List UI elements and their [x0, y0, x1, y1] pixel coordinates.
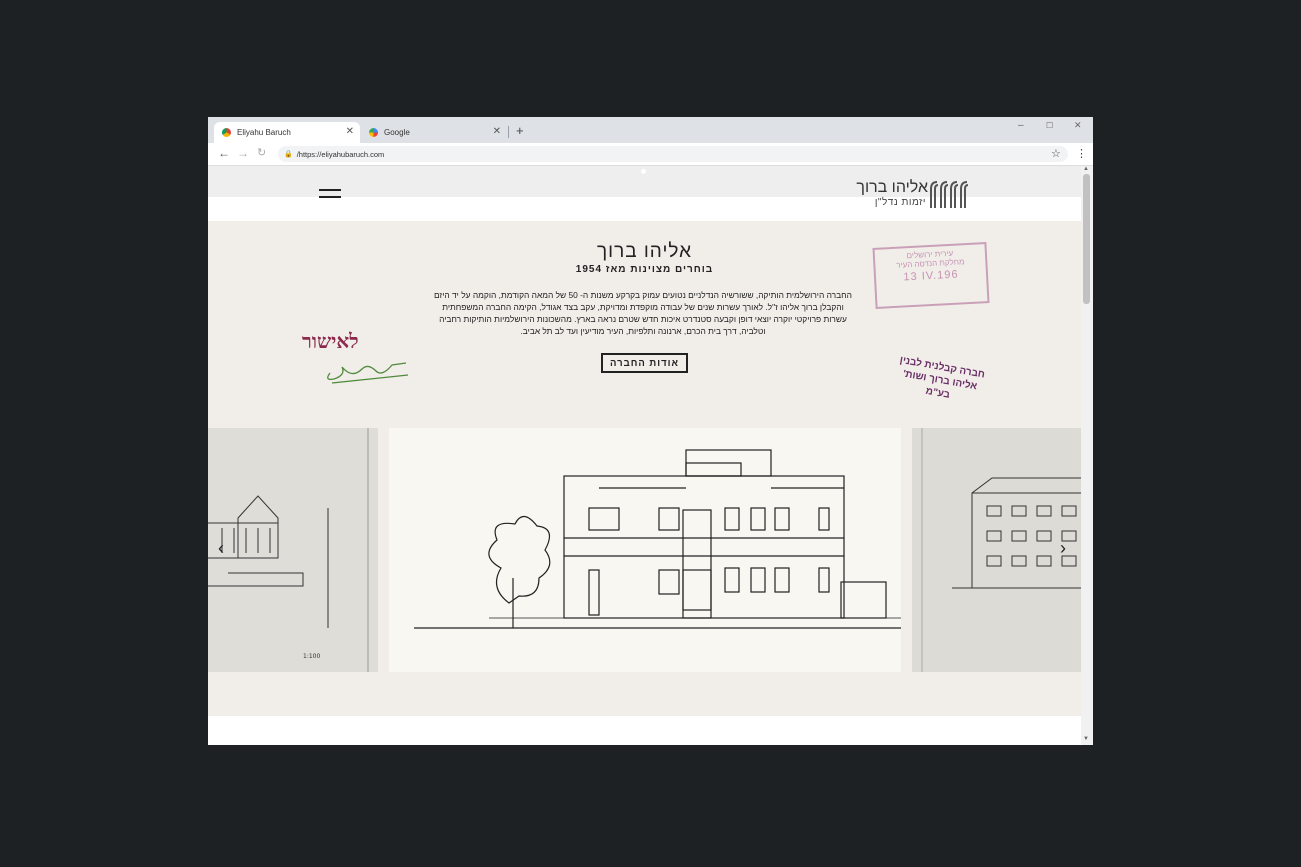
carousel-slide-next[interactable]: ›	[912, 428, 1081, 672]
hamburger-menu-icon[interactable]	[319, 189, 341, 199]
tab-label: Google	[384, 128, 410, 137]
header-dot	[641, 169, 646, 174]
lock-icon: 🔒	[284, 151, 293, 158]
close-tab-icon[interactable]: ✕	[346, 126, 354, 137]
chrome-icon	[222, 128, 231, 137]
blueprint-drawing: 1:100	[208, 428, 369, 672]
close-window-button[interactable]: ✕	[1074, 120, 1082, 131]
handwritten-signature	[327, 362, 409, 384]
blueprint-carousel[interactable]: 1:100 ‹ ›	[208, 428, 1081, 672]
logo-subtitle: יזמות נדל"ן	[874, 197, 926, 208]
page-viewport: אליהו ברוך יזמות נדל"ן אליהו ברוך בוחרים…	[208, 166, 1081, 745]
bookmark-star-icon[interactable]: ☆	[1051, 147, 1061, 160]
date-stamp: עירית ירושלים מחלקת הנדסה העיר 13 IV.196	[872, 242, 990, 309]
carousel-next-arrow[interactable]: ›	[1060, 538, 1066, 559]
maximize-button[interactable]: ☐	[1046, 121, 1053, 130]
svg-text:1:100: 1:100	[303, 653, 320, 660]
back-icon[interactable]: ←	[218, 146, 230, 160]
reload-icon[interactable]: ↻	[257, 146, 266, 159]
signature-stamp: לאישור	[302, 329, 412, 389]
carousel-slide-prev[interactable]: 1:100 ‹	[208, 428, 378, 672]
logo-name: אליהו ברוך	[856, 179, 928, 196]
browser-toolbar: ← → ↻ 🔒 /https://eliyahubaruch.com ☆ ⋮	[208, 143, 1093, 166]
minimize-button[interactable]: –	[1018, 120, 1024, 131]
logo-arches-icon	[930, 181, 969, 208]
scroll-down-icon[interactable]: ▼	[1083, 736, 1089, 742]
blueprint-drawing	[921, 428, 1081, 672]
new-tab-button[interactable]: +	[516, 123, 524, 138]
site-header: אליהו ברוך יזמות נדל"ן	[208, 166, 1081, 221]
tab-google[interactable]: Google ✕	[361, 122, 507, 143]
hero-section: אליהו ברוך בוחרים מצוינות מאז 1954 החברה…	[208, 221, 1081, 716]
tab-separator	[508, 126, 509, 138]
scrollbar-thumb[interactable]	[1083, 174, 1090, 304]
address-bar[interactable]: 🔒 /https://eliyahubaruch.com	[278, 146, 1068, 162]
tab-label: Eliyahu Baruch	[237, 128, 291, 137]
page-scrollbar[interactable]: ▲ ▼	[1081, 166, 1093, 745]
menu-dots-icon[interactable]: ⋮	[1076, 147, 1087, 160]
forward-icon[interactable]: →	[237, 146, 249, 160]
carousel-slide-current[interactable]	[389, 428, 901, 672]
browser-window: Eliyahu Baruch ✕ Google ✕ + – ☐ ✕ ← → ↻ …	[208, 117, 1093, 745]
about-company-button[interactable]: אודות החברה	[601, 353, 688, 373]
page-below-fold	[208, 716, 1081, 745]
close-tab-icon[interactable]: ✕	[493, 126, 501, 137]
hero-body: החברה הירושלמית הותיקה, ששורשיה הנדלניים…	[434, 290, 852, 336]
carousel-prev-arrow[interactable]: ‹	[218, 538, 224, 559]
google-icon	[369, 128, 378, 137]
blueprint-drawing	[414, 449, 901, 629]
tab-eliyahu-baruch[interactable]: Eliyahu Baruch ✕	[214, 122, 360, 143]
url-text: /https://eliyahubaruch.com	[296, 149, 385, 159]
tab-strip: Eliyahu Baruch ✕ Google ✕ + – ☐ ✕	[208, 117, 1093, 143]
scroll-up-icon[interactable]: ▲	[1083, 166, 1089, 172]
site-logo[interactable]: אליהו ברוך יזמות נדל"ן	[843, 179, 973, 211]
company-stamp: חברה קבלנית לבנין אליהו ברוך ושות' בע"מ	[887, 353, 992, 409]
